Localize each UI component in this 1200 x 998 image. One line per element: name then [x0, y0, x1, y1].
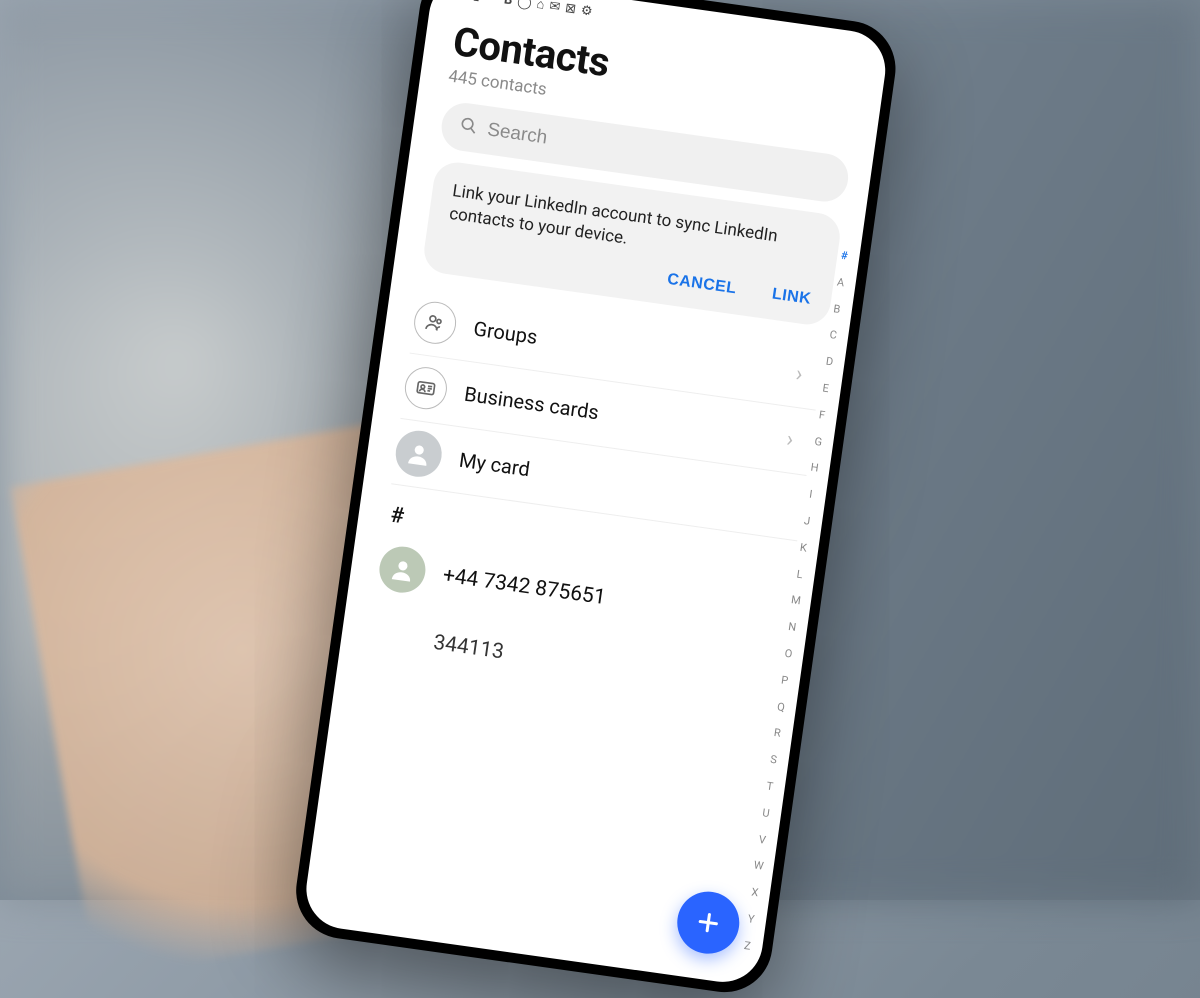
alpha-index-letter[interactable]: # [840, 250, 848, 262]
wifi-icon [484, 0, 500, 7]
chat-icon: ✉ [548, 0, 561, 14]
contact-name: +44 7342 875651 [441, 563, 607, 610]
alpha-index-letter[interactable]: K [799, 542, 807, 554]
card-icon [402, 365, 449, 412]
chevron-right-icon: › [785, 427, 795, 453]
alpha-index-letter[interactable]: P [781, 674, 789, 686]
alpha-index-letter[interactable]: O [784, 648, 793, 660]
alpha-index-letter[interactable]: F [818, 409, 826, 421]
bold-b-icon: B [503, 0, 513, 7]
groups-icon [411, 299, 458, 346]
ring-icon: ◯ [516, 0, 532, 10]
alpha-index-letter[interactable]: U [762, 807, 771, 819]
alpha-index-letter[interactable]: N [788, 621, 797, 633]
alpha-index-letter[interactable]: A [836, 276, 845, 288]
search-icon [458, 115, 479, 140]
alpha-index-letter[interactable]: D [825, 356, 834, 368]
add-contact-button[interactable] [673, 888, 743, 958]
avatar-icon [393, 428, 445, 480]
alpha-index-letter[interactable]: C [829, 329, 838, 341]
alpha-index-letter[interactable]: E [822, 382, 830, 394]
alpha-index-letter[interactable]: V [758, 833, 766, 845]
alpha-index-letter[interactable]: S [770, 754, 778, 766]
cancel-button[interactable]: CANCEL [666, 271, 737, 299]
contact-name: 344113 [432, 631, 505, 665]
alpha-index-letter[interactable]: Y [747, 913, 755, 925]
alpha-index-letter[interactable]: Z [743, 940, 751, 952]
alpha-index-letter[interactable]: X [751, 887, 759, 899]
home-icon: ⌂ [536, 0, 546, 11]
alpha-index-letter[interactable]: L [796, 568, 803, 580]
network-label: 4G [451, 0, 469, 1]
signal-icon: ▮ [472, 0, 481, 2]
alpha-index-letter[interactable]: R [773, 727, 781, 739]
avatar-icon [376, 544, 428, 596]
alpha-index-letter[interactable]: Q [777, 701, 786, 713]
alpha-index-letter[interactable]: B [833, 303, 841, 315]
alpha-index-letter[interactable]: I [809, 489, 814, 500]
chevron-right-icon: › [794, 362, 804, 388]
mail-icon: ⊠ [564, 1, 577, 15]
alpha-index-letter[interactable]: J [803, 515, 811, 527]
alpha-index-letter[interactable]: M [790, 594, 801, 606]
alpha-index-letter[interactable]: G [814, 435, 823, 447]
gear-icon: ⚙ [580, 4, 593, 18]
link-button[interactable]: LINK [771, 285, 812, 308]
alpha-index-letter[interactable]: H [810, 462, 819, 474]
alpha-index-letter[interactable]: T [766, 780, 774, 792]
alpha-index-letter[interactable]: W [753, 860, 764, 872]
